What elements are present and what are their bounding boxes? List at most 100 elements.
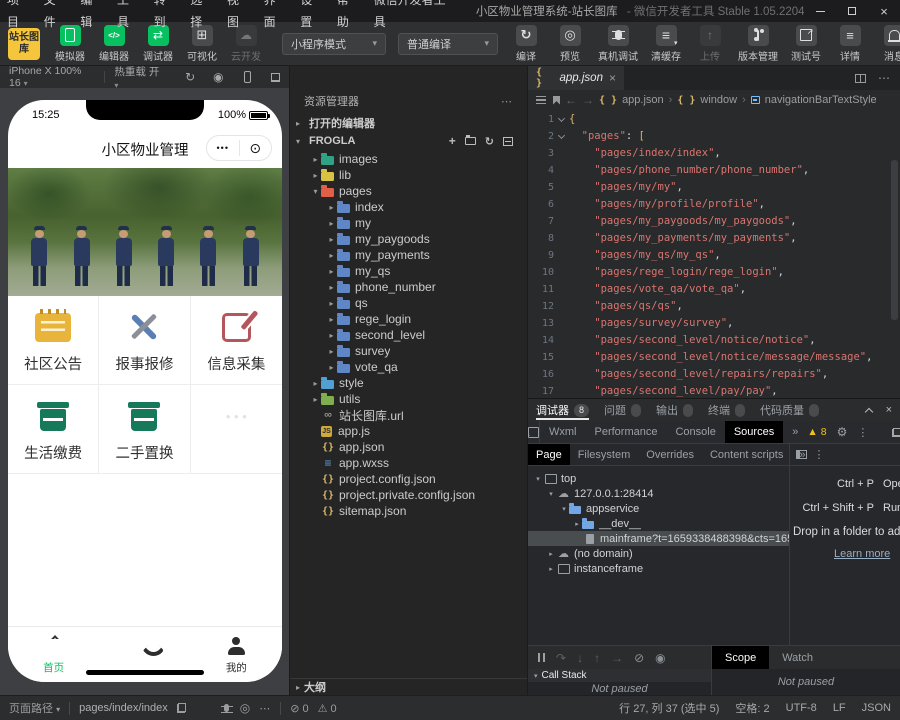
tree-item[interactable]: sitemap.json: [290, 503, 527, 519]
warning-count[interactable]: ⚠ 0: [318, 702, 337, 715]
menubar-item[interactable]: 编辑: [73, 0, 110, 33]
code-line[interactable]: 3 "pages/index/index",: [528, 145, 900, 162]
pause-icon[interactable]: [538, 653, 545, 662]
compile-action-button[interactable]: 编译: [504, 25, 548, 63]
breadcrumb-file[interactable]: app.json: [622, 94, 664, 106]
compile-action-button[interactable]: 预览: [548, 25, 592, 63]
compile-action-button[interactable]: 真机调试: [592, 25, 644, 63]
code-line[interactable]: 17 "pages/second_level/pay/pay",: [528, 383, 900, 398]
devtools-tab[interactable]: Wxml: [540, 421, 586, 443]
breadcrumb-object[interactable]: window: [700, 94, 737, 106]
tree-item[interactable]: project.config.json: [290, 471, 527, 487]
scope-tab[interactable]: Scope: [712, 646, 769, 669]
feature-grid-item[interactable]: 社区公告: [8, 296, 99, 385]
feature-grid-item[interactable]: [191, 385, 282, 474]
menubar-item[interactable]: 转到: [147, 0, 184, 33]
menubar-item[interactable]: 视图: [220, 0, 257, 33]
source-tree-item[interactable]: ▾ top: [528, 471, 789, 486]
close-minimize-button[interactable]: ⊙: [240, 140, 272, 157]
project-action-button[interactable]: 消息: [872, 25, 900, 63]
bookmark-icon[interactable]: [553, 96, 560, 105]
code-line[interactable]: 14 "pages/second_level/notice/notice",: [528, 332, 900, 349]
tree-item[interactable]: app.js: [290, 423, 527, 439]
inspect-element-icon[interactable]: [528, 421, 540, 443]
restart-icon[interactable]: ↻: [185, 70, 195, 84]
compile-mode-dropdown[interactable]: 普通编译▾: [398, 33, 498, 55]
indentation-setting[interactable]: 空格: 2: [735, 700, 769, 716]
open-editors-section[interactable]: ▸ 打开的编辑器: [290, 114, 527, 132]
code-line[interactable]: 2 "pages": [: [528, 128, 900, 145]
tree-item[interactable]: ▸ style: [290, 375, 527, 391]
compile-action-button[interactable]: 清缓存: [644, 25, 688, 63]
source-tree-item[interactable]: ▸ instanceframe: [528, 561, 789, 576]
copy-path-icon[interactable]: [177, 703, 186, 713]
step-icon[interactable]: →: [611, 652, 623, 664]
pause-on-exceptions-icon[interactable]: ◉: [655, 652, 665, 664]
error-count[interactable]: ⊘ 0: [290, 702, 308, 715]
statusbar-more-icon[interactable]: ⋯: [259, 702, 271, 715]
tree-item[interactable]: ▸ index: [290, 199, 527, 215]
menubar-item[interactable]: 微信开发者工具: [367, 0, 460, 33]
tree-item[interactable]: ▸ rege_login: [290, 311, 527, 327]
menubar-item[interactable]: 项目: [0, 0, 37, 33]
close-button[interactable]: ×: [868, 0, 900, 22]
source-tree-item[interactable]: ▸ __dev__: [528, 516, 789, 531]
back-icon[interactable]: ←: [565, 93, 577, 107]
device-selector[interactable]: iPhone X 100% 16 ▾: [9, 65, 94, 89]
language-mode[interactable]: JSON: [862, 702, 891, 714]
cursor-position[interactable]: 行 27, 列 37 (选中 5): [619, 700, 719, 716]
new-file-icon[interactable]: +: [449, 135, 456, 147]
devtools-tab[interactable]: Console: [666, 421, 724, 443]
step-over-icon[interactable]: ↷: [556, 652, 566, 664]
tree-item[interactable]: ▸ qs: [290, 295, 527, 311]
tree-item[interactable]: ▸ phone_number: [290, 279, 527, 295]
code-line[interactable]: 12 "pages/qs/qs",: [528, 298, 900, 315]
panel-tab[interactable]: 输出: [656, 399, 693, 421]
navigator-tab[interactable]: Filesystem: [570, 444, 639, 465]
maximize-button[interactable]: [836, 0, 868, 22]
menubar-item[interactable]: 界面: [257, 0, 294, 33]
fold-chevron-icon[interactable]: [558, 114, 565, 121]
panel-tab[interactable]: 终端: [708, 399, 745, 421]
source-tree-item[interactable]: mainframe?t=1659338488398&cts=1659338488…: [528, 531, 789, 546]
learn-more-link[interactable]: Learn more: [834, 548, 900, 560]
code-line[interactable]: 15 "pages/second_level/notice/message/me…: [528, 349, 900, 366]
tree-item[interactable]: ▸ my: [290, 215, 527, 231]
code-line[interactable]: 6 "pages/my/profile/profile",: [528, 196, 900, 213]
feature-grid-item[interactable]: 报事报修: [99, 296, 190, 385]
code-line[interactable]: 5 "pages/my/my",: [528, 179, 900, 196]
navigator-tab[interactable]: Overrides: [638, 444, 702, 465]
breadcrumb-property[interactable]: navigationBarTextStyle: [765, 94, 877, 106]
tree-item[interactable]: ▸ my_paygoods: [290, 231, 527, 247]
tree-item[interactable]: app.json: [290, 439, 527, 455]
collapse-panel-icon[interactable]: [864, 407, 872, 415]
tree-item[interactable]: ▾ pages: [290, 183, 527, 199]
project-action-button[interactable]: 详情: [828, 25, 872, 63]
tree-item[interactable]: 站长图库.url: [290, 407, 527, 423]
refresh-explorer-icon[interactable]: ↻: [485, 135, 494, 148]
step-out-icon[interactable]: ↑: [594, 652, 600, 664]
tree-item[interactable]: project.private.config.json: [290, 487, 527, 503]
collapse-folders-icon[interactable]: [503, 137, 513, 146]
tree-item[interactable]: ▸ second_level: [290, 327, 527, 343]
project-action-button[interactable]: 上传: [688, 25, 732, 63]
devtools-tab[interactable]: Performance: [586, 421, 667, 443]
menu-icon[interactable]: [536, 96, 546, 104]
feature-grid-item[interactable]: 生活缴费: [8, 385, 99, 474]
feature-grid-item[interactable]: 信息采集: [191, 296, 282, 385]
panel-tab[interactable]: 代码质量: [760, 399, 819, 421]
device-frame-icon[interactable]: [244, 71, 251, 83]
eye-icon[interactable]: ◎: [240, 701, 250, 715]
close-tab-icon[interactable]: ×: [609, 71, 616, 85]
source-tree-item[interactable]: ▸ (no domain): [528, 546, 789, 561]
feature-grid-item[interactable]: 二手置换: [99, 385, 190, 474]
tree-item[interactable]: ▸ images: [290, 151, 527, 167]
warning-count[interactable]: ▲ 8: [807, 426, 826, 438]
tree-item[interactable]: ▸ lib: [290, 167, 527, 183]
mode-dropdown[interactable]: 小程序模式▾: [282, 33, 386, 55]
code-line[interactable]: 13 "pages/survey/survey",: [528, 315, 900, 332]
gear-icon[interactable]: ⚙: [837, 425, 848, 439]
tree-item[interactable]: ▸ my_payments: [290, 247, 527, 263]
navigator-tab[interactable]: Page: [528, 444, 570, 465]
code-line[interactable]: 11 "pages/vote_qa/vote_qa",: [528, 281, 900, 298]
